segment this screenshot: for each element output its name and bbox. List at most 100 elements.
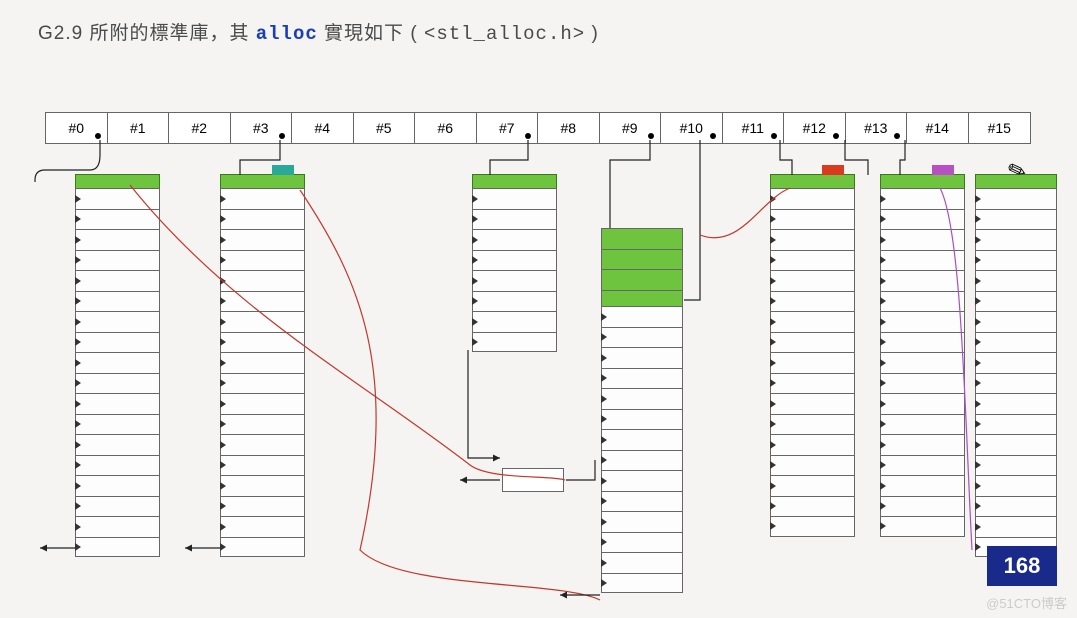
memory-chunk <box>770 209 855 230</box>
chunk-column-7 <box>472 174 557 352</box>
free-list-slot: #15 <box>969 113 1031 143</box>
memory-chunk <box>880 209 965 230</box>
memory-chunk <box>770 291 855 312</box>
memory-chunk <box>880 516 965 537</box>
memory-chunk <box>220 188 305 209</box>
chunk-column-9-stack <box>601 306 683 593</box>
memory-chunk <box>880 373 965 394</box>
free-list-slot: #10 <box>661 113 723 143</box>
memory-chunk <box>601 306 683 327</box>
chunk-header <box>770 174 855 188</box>
title-mid: 實現如下 ( <box>318 23 424 44</box>
memory-chunk <box>880 434 965 455</box>
memory-chunk <box>75 475 160 496</box>
memory-chunk <box>472 188 557 209</box>
memory-chunk <box>975 455 1057 476</box>
pointer-dot <box>894 133 900 139</box>
title-suffix: ) <box>585 23 599 44</box>
memory-chunk <box>601 532 683 553</box>
memory-chunk <box>880 188 965 209</box>
chunk-column-9-green <box>601 228 683 310</box>
free-list-slot: #0 <box>46 113 108 143</box>
memory-chunk <box>75 516 160 537</box>
pointer-dot <box>525 133 531 139</box>
memory-chunk <box>472 311 557 332</box>
size-badge: 168 <box>987 546 1057 586</box>
memory-chunk <box>220 455 305 476</box>
pointer-dot <box>710 133 716 139</box>
chunk-column-11 <box>770 174 855 537</box>
memory-chunk <box>770 332 855 353</box>
memory-chunk <box>880 250 965 271</box>
free-list-slot: #2 <box>169 113 231 143</box>
memory-chunk <box>975 496 1057 517</box>
free-list-slot: #14 <box>907 113 969 143</box>
memory-chunk <box>880 291 965 312</box>
pointer-dot <box>95 133 101 139</box>
memory-chunk <box>601 228 683 249</box>
memory-chunk <box>975 414 1057 435</box>
memory-chunk <box>220 373 305 394</box>
memory-chunk <box>975 270 1057 291</box>
chunk-header <box>75 174 160 188</box>
memory-chunk <box>75 393 160 414</box>
pointer-dot <box>279 133 285 139</box>
memory-chunk <box>770 229 855 250</box>
memory-chunk <box>601 511 683 532</box>
memory-chunk <box>75 352 160 373</box>
cookie-tab <box>822 165 844 175</box>
chunk-header <box>880 174 965 188</box>
memory-chunk <box>975 250 1057 271</box>
free-list-slot: #3 <box>231 113 293 143</box>
chunk-header <box>472 174 557 188</box>
memory-chunk <box>220 537 305 558</box>
memory-chunk <box>601 347 683 368</box>
title-header: <stl_alloc.h> <box>424 23 585 45</box>
memory-chunk <box>75 414 160 435</box>
memory-chunk <box>220 414 305 435</box>
memory-chunk <box>770 270 855 291</box>
memory-chunk <box>601 573 683 594</box>
memory-chunk <box>75 373 160 394</box>
memory-chunk <box>75 209 160 230</box>
memory-chunk <box>770 188 855 209</box>
free-list-array: #0#1#2#3#4#5#6#7#8#9#10#11#12#13#14#15 <box>45 112 1031 144</box>
memory-chunk <box>770 352 855 373</box>
memory-chunk <box>220 291 305 312</box>
memory-chunk <box>220 311 305 332</box>
free-list-slot: #13 <box>846 113 908 143</box>
cookie-tab <box>932 165 954 175</box>
free-list-slot: #9 <box>600 113 662 143</box>
memory-chunk <box>975 188 1057 209</box>
memory-chunk <box>975 434 1057 455</box>
pool-box <box>502 468 564 492</box>
memory-chunk <box>75 434 160 455</box>
memory-chunk <box>75 332 160 353</box>
memory-chunk <box>220 209 305 230</box>
memory-chunk <box>601 450 683 471</box>
memory-chunk <box>770 393 855 414</box>
free-list-slot: #11 <box>723 113 785 143</box>
memory-chunk <box>770 250 855 271</box>
memory-chunk <box>220 496 305 517</box>
memory-chunk <box>601 368 683 389</box>
memory-chunk <box>770 516 855 537</box>
chunk-header <box>220 174 305 188</box>
memory-chunk <box>880 496 965 517</box>
memory-chunk <box>975 291 1057 312</box>
memory-chunk <box>770 475 855 496</box>
memory-chunk <box>880 352 965 373</box>
memory-chunk <box>975 352 1057 373</box>
memory-chunk <box>975 373 1057 394</box>
memory-chunk <box>472 332 557 353</box>
free-list-slot: #12 <box>784 113 846 143</box>
memory-chunk <box>220 393 305 414</box>
pointer-dot <box>648 133 654 139</box>
chunk-column-13 <box>880 174 965 537</box>
memory-chunk <box>220 516 305 537</box>
memory-chunk <box>880 270 965 291</box>
memory-chunk <box>770 496 855 517</box>
memory-chunk <box>601 409 683 430</box>
memory-chunk <box>975 516 1057 537</box>
memory-chunk <box>601 429 683 450</box>
